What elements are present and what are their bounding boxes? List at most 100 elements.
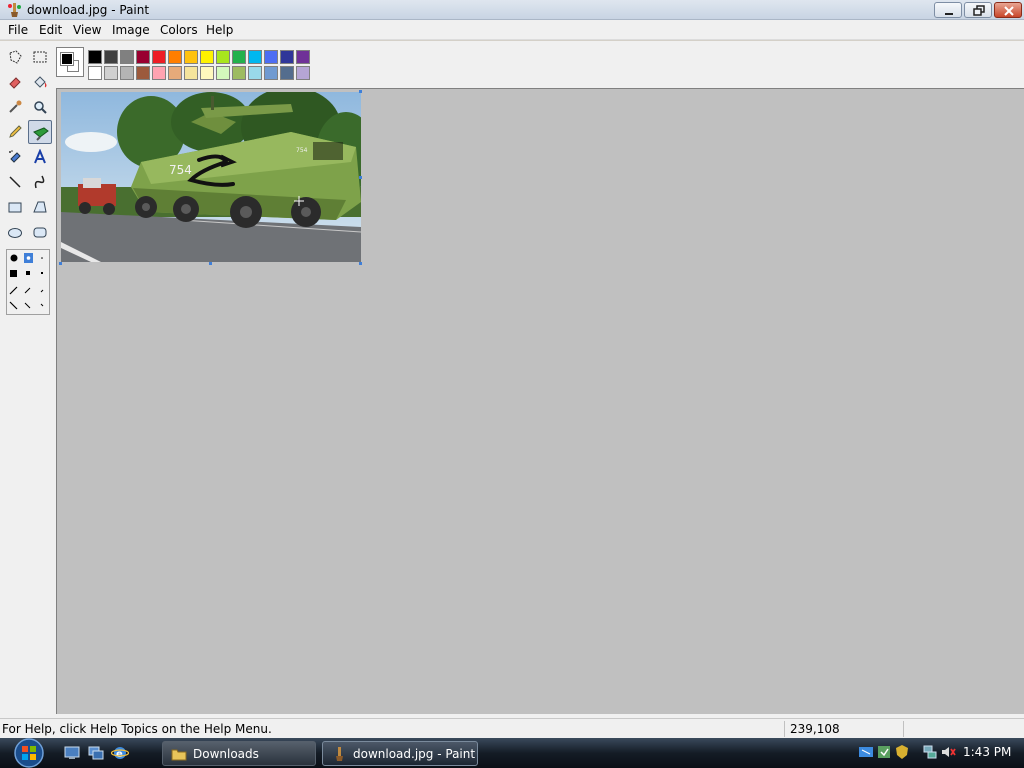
- color-swatch[interactable]: [216, 66, 230, 80]
- menu-view[interactable]: View: [69, 22, 105, 38]
- tool-rounded-rectangle[interactable]: [29, 221, 51, 243]
- line-icon: [9, 176, 21, 188]
- canvas-image[interactable]: 754 754: [61, 92, 361, 262]
- brush-shapes-icon[interactable]: [7, 250, 51, 316]
- color-swatch[interactable]: [200, 50, 214, 64]
- color-swatch[interactable]: [248, 50, 262, 64]
- color-swatch[interactable]: [264, 50, 278, 64]
- eraser-icon: [9, 77, 21, 89]
- toolbox: [0, 42, 56, 718]
- color-swatch[interactable]: [232, 66, 246, 80]
- restore-icon: [973, 5, 985, 16]
- color-palette: [56, 42, 316, 82]
- tool-airbrush[interactable]: [4, 146, 26, 168]
- color-swatch[interactable]: [264, 66, 278, 80]
- menu-file[interactable]: File: [4, 22, 32, 38]
- tool-magnifier[interactable]: [29, 96, 51, 118]
- tool-rectangle[interactable]: [4, 196, 26, 218]
- color-swatch[interactable]: [296, 50, 310, 64]
- tool-pencil[interactable]: [4, 121, 26, 143]
- resize-handle-bottom[interactable]: [209, 262, 212, 265]
- status-help-text: For Help, click Help Topics on the Help …: [2, 722, 272, 736]
- tool-free-form-select[interactable]: [4, 46, 26, 68]
- color-swatch[interactable]: [184, 66, 198, 80]
- menu-bar: File Edit View Image Colors Help: [0, 20, 1024, 40]
- network-sync-icon[interactable]: [876, 744, 892, 760]
- tool-select[interactable]: [29, 46, 51, 68]
- volume-muted-icon[interactable]: [940, 744, 956, 760]
- taskbar-label: download.jpg - Paint: [353, 747, 476, 761]
- status-bar: For Help, click Help Topics on the Help …: [0, 718, 1024, 738]
- color-swatch[interactable]: [280, 66, 294, 80]
- color-swatch[interactable]: [120, 66, 134, 80]
- tool-curve[interactable]: [29, 171, 51, 193]
- color-swatch[interactable]: [280, 50, 294, 64]
- menu-edit[interactable]: Edit: [35, 22, 66, 38]
- restore-button[interactable]: [964, 2, 992, 18]
- current-colors[interactable]: [56, 47, 84, 77]
- taskbar-button-paint[interactable]: download.jpg - Paint: [322, 741, 478, 766]
- tool-pick-color[interactable]: [4, 96, 26, 118]
- resize-handle-right[interactable]: [359, 176, 362, 179]
- network-icon[interactable]: [922, 744, 938, 760]
- airbrush-icon: [9, 150, 21, 163]
- taskbar-button-downloads[interactable]: Downloads: [162, 741, 316, 766]
- resize-handle-bottom-left[interactable]: [59, 262, 62, 265]
- minimize-button[interactable]: [934, 2, 962, 18]
- color-swatch[interactable]: [200, 66, 214, 80]
- menu-colors[interactable]: Colors: [156, 22, 202, 38]
- status-separator: [903, 721, 904, 737]
- color-swatch[interactable]: [104, 50, 118, 64]
- security-shield-icon[interactable]: [894, 744, 910, 760]
- color-swatch[interactable]: [88, 66, 102, 80]
- tool-brush[interactable]: [28, 120, 52, 144]
- color-swatch[interactable]: [136, 66, 150, 80]
- status-coordinates: 239,108: [790, 722, 840, 736]
- tool-fill[interactable]: [29, 71, 51, 93]
- rectangle-icon: [8, 202, 22, 213]
- tool-ellipse[interactable]: [4, 221, 26, 243]
- resize-handle-bottom-right[interactable]: [359, 262, 362, 265]
- tool-line[interactable]: [4, 171, 26, 193]
- close-button[interactable]: [994, 2, 1022, 18]
- tool-eraser[interactable]: [4, 71, 26, 93]
- paint-app-icon: [8, 3, 21, 17]
- tool-polygon[interactable]: [29, 196, 51, 218]
- paint-icon: [336, 747, 343, 761]
- start-button[interactable]: [8, 738, 50, 768]
- color-swatch[interactable]: [120, 50, 134, 64]
- fill-bucket-icon: [34, 76, 47, 88]
- brush-icon: [33, 127, 49, 141]
- language-bar-icon[interactable]: [858, 744, 874, 760]
- text-icon: [34, 149, 46, 164]
- color-swatch[interactable]: [248, 66, 262, 80]
- magnifier-icon: [34, 101, 47, 114]
- curve-icon: [34, 175, 45, 189]
- switch-windows-icon[interactable]: [87, 744, 105, 762]
- internet-explorer-icon[interactable]: e: [111, 744, 129, 762]
- color-swatch[interactable]: [216, 50, 230, 64]
- taskbar-clock[interactable]: 1:43 PM: [963, 745, 1011, 759]
- resize-handle-top-right[interactable]: [359, 90, 362, 93]
- vehicle-number-small: 754: [296, 147, 308, 154]
- color-swatch[interactable]: [168, 50, 182, 64]
- color-swatch[interactable]: [168, 66, 182, 80]
- minimize-icon: [945, 13, 953, 15]
- color-swatch[interactable]: [88, 50, 102, 64]
- menu-help[interactable]: Help: [202, 22, 237, 38]
- color-swatch[interactable]: [232, 50, 246, 64]
- color-swatch[interactable]: [296, 66, 310, 80]
- color-swatch[interactable]: [184, 50, 198, 64]
- rounded-rectangle-icon: [33, 227, 47, 238]
- color-swatch[interactable]: [104, 66, 118, 80]
- show-desktop-icon[interactable]: [63, 744, 81, 762]
- pencil-icon: [9, 125, 22, 138]
- folder-icon: [171, 749, 187, 761]
- color-swatch[interactable]: [136, 50, 150, 64]
- color-picker-icon: [9, 100, 22, 113]
- polygon-icon: [33, 201, 47, 213]
- color-swatch[interactable]: [152, 66, 166, 80]
- tool-text[interactable]: [29, 146, 51, 168]
- color-swatch[interactable]: [152, 50, 166, 64]
- menu-image[interactable]: Image: [108, 22, 154, 38]
